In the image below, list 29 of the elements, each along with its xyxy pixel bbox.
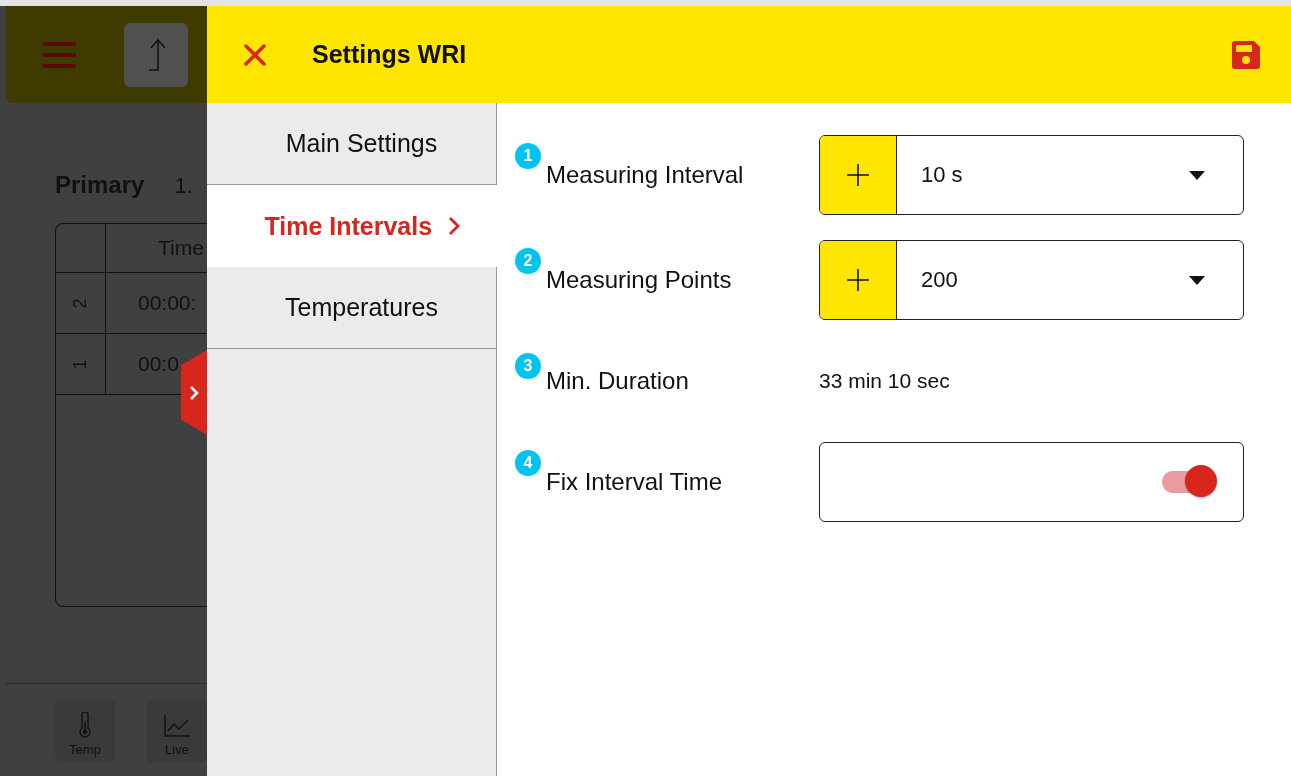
add-button[interactable] bbox=[820, 136, 897, 214]
select-field[interactable]: 200 bbox=[819, 240, 1244, 320]
setting-value: 33 min 10 sec bbox=[819, 369, 950, 393]
dialog-title: Settings WRI bbox=[312, 40, 468, 69]
close-icon bbox=[243, 42, 267, 67]
line-chart-icon bbox=[163, 714, 191, 738]
number-badge: 4 bbox=[515, 450, 541, 476]
setting-label: Measuring Points bbox=[546, 266, 733, 294]
select-value: 200 bbox=[921, 267, 959, 293]
chevron-right-icon bbox=[189, 384, 199, 401]
dropdown-caret-icon bbox=[1189, 170, 1205, 180]
arrow-up-icon bbox=[147, 37, 165, 72]
number-badge: 1 bbox=[515, 143, 541, 169]
number-badge: 2 bbox=[515, 248, 541, 274]
number-badge: 3 bbox=[515, 353, 541, 379]
dropdown-caret-icon bbox=[1189, 275, 1205, 285]
save-button[interactable] bbox=[1230, 38, 1262, 71]
plus-icon bbox=[846, 268, 870, 292]
select-field[interactable]: 10 s bbox=[819, 135, 1244, 215]
export-button[interactable] bbox=[124, 22, 188, 87]
plus-icon bbox=[846, 163, 870, 187]
thermometer-icon bbox=[78, 712, 92, 738]
add-button[interactable] bbox=[820, 241, 897, 319]
settings-tab[interactable]: Time Intervals bbox=[207, 185, 498, 267]
select-value: 10 s bbox=[921, 162, 964, 188]
chevron-right-icon bbox=[448, 216, 461, 236]
setting-label: Min. Duration bbox=[546, 367, 690, 395]
setting-label: Measuring Interval bbox=[546, 161, 745, 189]
setting-label: Fix Interval Time bbox=[546, 468, 724, 496]
